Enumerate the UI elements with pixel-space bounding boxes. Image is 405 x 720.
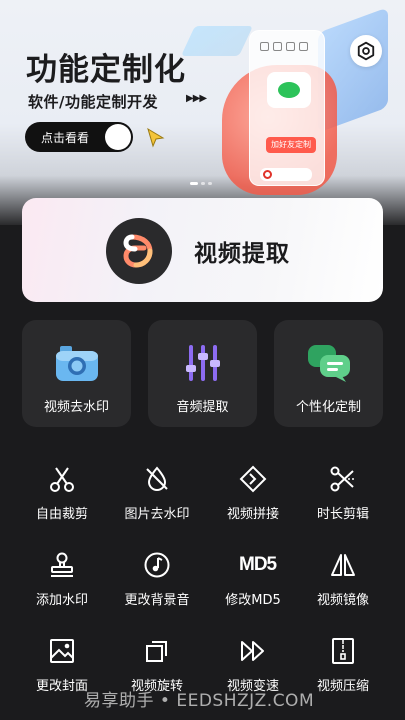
settings-button[interactable] (350, 35, 382, 67)
music-icon (144, 552, 170, 578)
zip-icon (332, 638, 354, 664)
extract-title: 视频提取 (194, 241, 290, 267)
tool-add-watermark[interactable]: 添加水印 (16, 551, 108, 621)
video-extract-card[interactable]: 视频提取 (22, 198, 383, 302)
chat-bubbles-icon (307, 345, 350, 382)
tool-modify-md5[interactable]: MD5 修改MD5 (207, 551, 299, 621)
phone-label: 加好友定制 (266, 137, 316, 153)
tool-duration-cut[interactable]: 时长剪辑 (297, 465, 389, 535)
cut-icon (330, 466, 356, 492)
tool-change-bgm[interactable]: 更改背景音 (111, 551, 203, 621)
view-toggle-button[interactable]: 点击看看 (25, 122, 133, 152)
tool-free-crop[interactable]: 自由裁剪 (16, 465, 108, 535)
decorative-glass (181, 26, 253, 56)
tool-video-join[interactable]: 视频拼接 (207, 465, 299, 535)
tool-label: 修改MD5 (225, 593, 281, 608)
tile-video-watermark-removal[interactable]: 视频去水印 (22, 320, 131, 427)
banner-title: 功能定制化 (26, 52, 186, 88)
tool-label: 自由裁剪 (35, 507, 88, 522)
tile-label: 视频去水印 (43, 400, 109, 415)
fast-forward-icon (241, 641, 264, 661)
stamp-icon (51, 552, 73, 577)
banner-subtitle: 软件/功能定制开发 (28, 93, 158, 111)
tool-label: 视频拼接 (226, 507, 279, 522)
app-logo-icon (106, 218, 172, 284)
equalizer-icon (185, 345, 220, 381)
tool-label: 时长剪辑 (316, 507, 369, 522)
toggle-knob (105, 124, 131, 150)
wechat-icon (267, 72, 311, 108)
join-icon (239, 465, 267, 493)
tile-label: 个性化定制 (295, 400, 361, 415)
promo-banner[interactable]: 功能定制化 软件/功能定制开发 ▶▶▶ 点击看看 加好友定制 (0, 0, 405, 225)
tile-audio-extract[interactable]: 音频提取 (148, 320, 257, 427)
cursor-icon (147, 127, 165, 148)
tool-label: 添加水印 (35, 593, 88, 608)
site-watermark: 易享助手 • EEDSHZJZ.COM (84, 691, 315, 711)
tool-label: 视频镜像 (316, 593, 369, 608)
tile-custom[interactable]: 个性化定制 (274, 320, 383, 427)
tool-image-watermark-removal[interactable]: 图片去水印 (111, 465, 203, 535)
tool-label: 图片去水印 (124, 507, 190, 522)
camera-icon (55, 346, 98, 381)
gear-icon (357, 41, 375, 61)
no-watermark-icon (146, 466, 168, 491)
carousel-indicator (190, 182, 212, 185)
tool-video-mirror[interactable]: 视频镜像 (297, 551, 389, 621)
phone-illustration: 加好友定制 (249, 30, 325, 186)
scissors-icon (50, 467, 74, 492)
tool-label: 更改背景音 (124, 593, 190, 608)
tile-label: 音频提取 (176, 400, 229, 415)
image-icon (50, 639, 74, 663)
arrows-icon: ▶▶▶ (186, 93, 207, 104)
rotate-icon (146, 641, 167, 662)
md5-icon: MD5 (239, 554, 277, 575)
cta-label: 点击看看 (41, 131, 90, 145)
mirror-icon (331, 554, 355, 576)
